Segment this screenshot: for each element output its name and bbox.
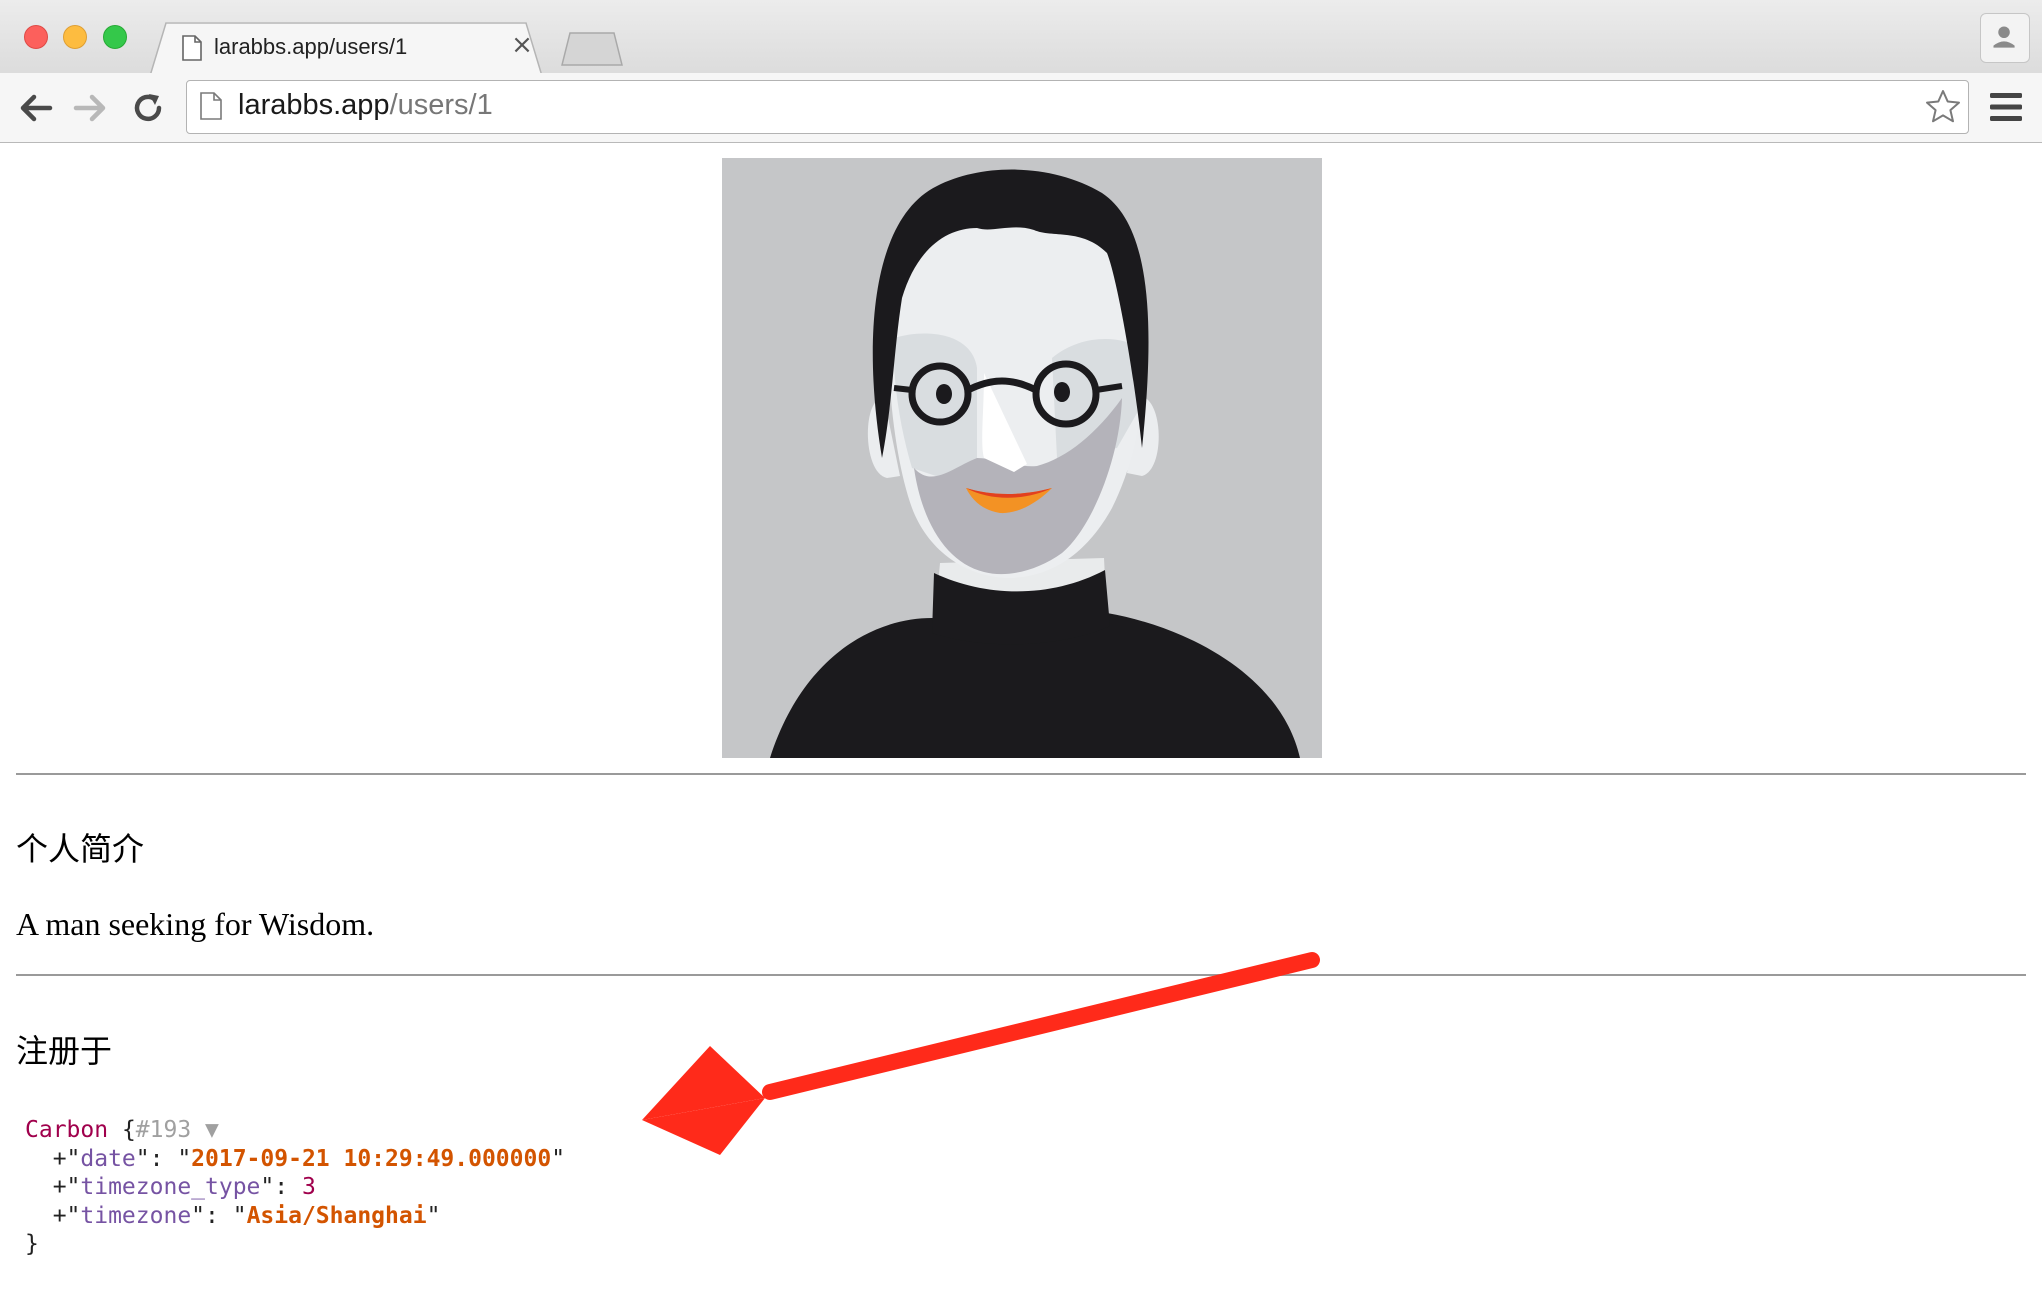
url-path: /users/1 bbox=[389, 89, 493, 121]
dump-prop-suffix: " bbox=[551, 1145, 566, 1172]
dump-prop-prefix: +" bbox=[25, 1202, 81, 1229]
var-dump: Carbon {#193 ▼ +"date": "2017-09-21 10:2… bbox=[25, 1116, 565, 1259]
dump-prop-value: 3 bbox=[301, 1174, 316, 1200]
collapse-toggle-icon[interactable]: ▼ bbox=[191, 1117, 219, 1143]
intro-heading: 个人简介 bbox=[16, 830, 145, 868]
person-icon bbox=[1993, 26, 2015, 48]
back-arrow-icon[interactable] bbox=[16, 88, 56, 128]
avatar bbox=[722, 158, 1322, 758]
dump-ref-id: #193 bbox=[135, 1117, 192, 1143]
avatar-illustration bbox=[722, 158, 1322, 758]
dump-prop-sep: ": " bbox=[135, 1145, 192, 1172]
dump-open-brace: { bbox=[108, 1117, 136, 1143]
dump-prop-key: timezone bbox=[80, 1202, 192, 1229]
dump-prop-prefix: +" bbox=[25, 1174, 81, 1200]
divider bbox=[16, 773, 2026, 775]
tab-close-icon[interactable]: × bbox=[508, 31, 536, 59]
url-text[interactable]: larabbs.app/users/1 bbox=[238, 89, 493, 122]
hamburger-menu-icon[interactable] bbox=[1988, 90, 2024, 124]
page-icon bbox=[182, 35, 202, 61]
window-close-button[interactable] bbox=[24, 25, 48, 49]
dump-prop-prefix: +" bbox=[25, 1145, 81, 1172]
url-host: larabbs.app bbox=[238, 89, 390, 121]
dump-prop-key: timezone_type bbox=[80, 1174, 261, 1200]
reload-icon[interactable] bbox=[128, 88, 168, 128]
dump-close-brace: } bbox=[25, 1231, 39, 1257]
dump-prop-suffix: " bbox=[426, 1202, 441, 1229]
window-zoom-button[interactable] bbox=[103, 25, 127, 49]
forward-arrow-icon[interactable] bbox=[70, 88, 110, 128]
new-tab-button[interactable] bbox=[558, 30, 626, 66]
bio-text: A man seeking for Wisdom. bbox=[16, 906, 375, 942]
window-minimize-button[interactable] bbox=[63, 25, 87, 49]
registered-heading: 注册于 bbox=[16, 1032, 113, 1070]
dump-class-name: Carbon bbox=[25, 1117, 109, 1143]
page-info-icon[interactable] bbox=[200, 92, 222, 120]
dump-prop-value: 2017-09-21 10:29:49.000000 bbox=[191, 1145, 552, 1172]
tab-title: larabbs.app/users/1 bbox=[214, 34, 408, 59]
profile-button[interactable] bbox=[1980, 13, 2030, 63]
dump-prop-value: Asia/Shanghai bbox=[246, 1202, 427, 1229]
annotation-arrow bbox=[642, 952, 1320, 1155]
bookmark-star-icon[interactable] bbox=[1924, 88, 1962, 126]
dump-prop-key: date bbox=[80, 1145, 136, 1172]
dump-prop-sep: ": " bbox=[191, 1202, 247, 1229]
dump-prop-sep: ": bbox=[260, 1174, 302, 1200]
